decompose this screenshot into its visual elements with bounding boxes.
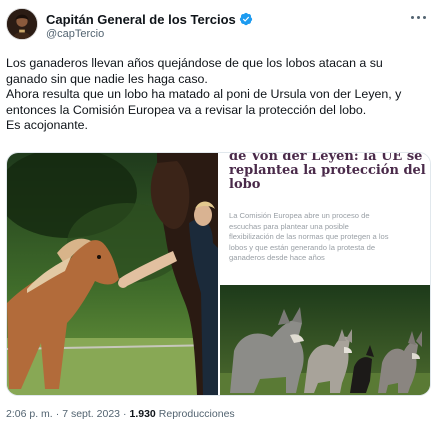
article-lead-line: La Comisión Europea abre un proceso de: [229, 211, 370, 220]
article-screenshot[interactable]: de Von der Leyen: la UE se replantea la …: [220, 153, 430, 395]
display-name[interactable]: Capitán General de los Tercios: [46, 12, 236, 27]
tweet-text-line: entonces la Comisión Europea va a revisa…: [6, 102, 367, 117]
article-lead-line: lobos y que están generando la protesta …: [229, 242, 376, 252]
meta-separator: ·: [123, 408, 127, 420]
article-headline-line: replantea la protección del: [229, 163, 426, 178]
article-headline-line: lobo: [229, 177, 261, 192]
avatar[interactable]: [6, 8, 38, 40]
article-headline: de Von der Leyen: la UE se replantea la …: [229, 153, 429, 192]
wolves-photo: [220, 285, 430, 395]
tweet-text-line: Los ganaderos llevan años quejándose de …: [6, 56, 383, 70]
tweet-header: Capitán General de los Tercios @capTerci…: [0, 0, 441, 52]
article-lead-line: escuchas para plantear una posible: [229, 221, 349, 231]
pony-photo[interactable]: [7, 153, 218, 395]
tweet-text: Los ganaderos llevan años quejándose de …: [6, 56, 436, 134]
tweet-time[interactable]: 2:06 p. m.: [6, 408, 53, 420]
article-card: de Von der Leyen: la UE se replantea la …: [220, 153, 430, 285]
verified-badge-icon: [239, 12, 252, 26]
article-lead-line: flexibilización de las normas que proteg…: [229, 232, 389, 242]
article-lead: La Comisión Europea abre un proceso de e…: [229, 211, 425, 264]
tweet-text-line: ganado sin que nadie les haga caso.: [6, 71, 208, 86]
tweet-text-line: Ahora resulta que un lobo ha matado al p…: [6, 87, 402, 102]
meta-separator: ·: [55, 408, 60, 420]
tweet-meta: 2:06 p. m. · 7 sept. 2023 · 1.930 Reprod…: [6, 408, 235, 420]
views-count[interactable]: 1.930: [130, 408, 156, 420]
wolf-pack-photo: [220, 285, 430, 395]
more-options-icon[interactable]: [411, 12, 429, 22]
tweet-date[interactable]: 7 sept. 2023: [62, 408, 120, 420]
tweet-media[interactable]: de Von der Leyen: la UE se replantea la …: [6, 152, 431, 396]
author-handle[interactable]: @capTercio: [46, 28, 104, 40]
article-lead-line: ganaderos desde hace años: [229, 253, 325, 263]
views-label: Reproducciones: [158, 408, 235, 420]
pony-and-horse-photo: [7, 153, 218, 395]
tweet-text-line: Es acojonante.: [6, 118, 88, 133]
avatar-portrait-icon: [7, 9, 37, 39]
